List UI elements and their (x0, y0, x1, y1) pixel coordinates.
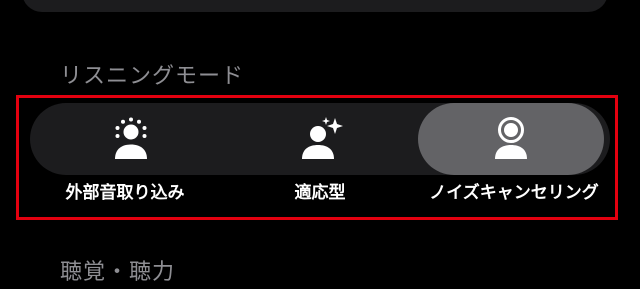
listening-mode-heading: リスニングモード (60, 64, 245, 89)
listening-mode-label-transparency: 外部音取り込み (65, 183, 185, 203)
person-transparency-icon (112, 117, 150, 161)
listening-mode-option-transparency[interactable] (38, 103, 224, 175)
listening-mode-segmented-control (30, 103, 610, 175)
previous-settings-card (22, 0, 608, 12)
listening-mode-option-noise-cancelling[interactable] (418, 103, 604, 175)
hearing-section-heading: 聴覚・聴力 (60, 260, 176, 285)
listening-mode-label-noise-cancelling: ノイズキャンセリング (429, 183, 599, 203)
person-sparkle-icon (302, 117, 344, 161)
listening-mode-label-adaptive: 適応型 (294, 183, 346, 203)
listening-mode-option-adaptive[interactable] (230, 103, 416, 175)
person-noise-cancel-icon (493, 117, 529, 161)
